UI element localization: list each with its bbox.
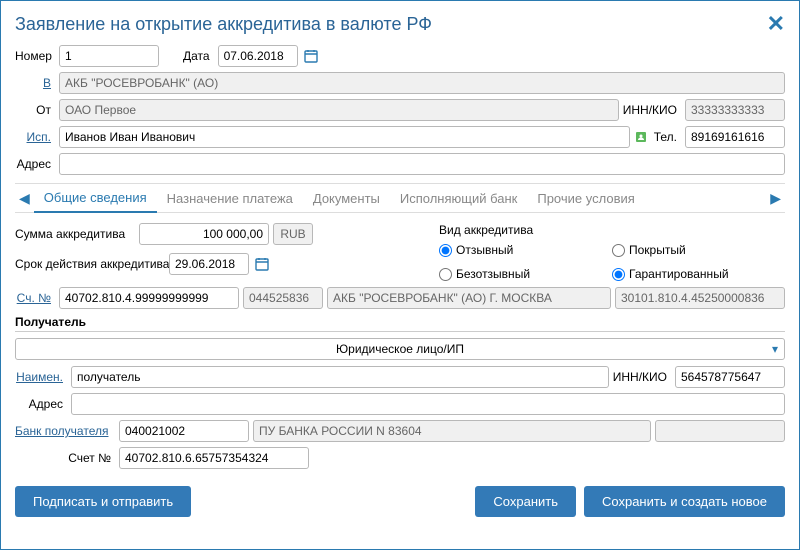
radio-pokrytiy[interactable]: Покрытый bbox=[612, 243, 785, 257]
recipient-type-value: Юридическое лицо/ИП bbox=[21, 342, 779, 356]
currency-input bbox=[273, 223, 313, 245]
tab-bar: ◀ Общие сведения Назначение платежа Доку… bbox=[15, 183, 785, 213]
date-label: Дата bbox=[183, 49, 214, 63]
tab-scroll-right-icon[interactable]: ▶ bbox=[766, 190, 785, 207]
recipient-inn-label: ИНН/КИО bbox=[613, 370, 671, 384]
sch-label[interactable]: Сч. № bbox=[15, 291, 55, 305]
recipient-bank-bik-input[interactable] bbox=[119, 420, 249, 442]
v-label[interactable]: В bbox=[15, 76, 55, 90]
sum-input[interactable] bbox=[139, 223, 269, 245]
recipient-account-input[interactable] bbox=[119, 447, 309, 469]
recipient-name-label[interactable]: Наимен. bbox=[15, 370, 67, 384]
isp-input[interactable] bbox=[59, 126, 630, 148]
radio-bezotzyvny[interactable]: Безотзывный bbox=[439, 267, 612, 281]
recipient-type-select[interactable]: Юридическое лицо/ИП ▾ bbox=[15, 338, 785, 360]
number-label: Номер bbox=[15, 49, 55, 63]
addr-input[interactable] bbox=[59, 153, 785, 175]
addr-label: Адрес bbox=[15, 157, 55, 171]
from-input bbox=[59, 99, 619, 121]
tab-other[interactable]: Прочие условия bbox=[527, 185, 644, 212]
close-icon[interactable]: ✕ bbox=[767, 11, 785, 37]
sign-send-button[interactable]: Подписать и отправить bbox=[15, 486, 191, 517]
radio-garantirovanny[interactable]: Гарантированный bbox=[612, 267, 785, 281]
window-title: Заявление на открытие аккредитива в валю… bbox=[15, 14, 432, 35]
corr-input bbox=[615, 287, 785, 309]
recipient-bank-extra-input bbox=[655, 420, 785, 442]
date-input[interactable] bbox=[218, 45, 298, 67]
tab-documents[interactable]: Документы bbox=[303, 185, 390, 212]
isp-label[interactable]: Исп. bbox=[15, 130, 55, 144]
term-input[interactable] bbox=[169, 253, 249, 275]
number-input[interactable] bbox=[59, 45, 159, 67]
kind-label: Вид аккредитива bbox=[439, 223, 785, 237]
save-create-new-button[interactable]: Сохранить и создать новое bbox=[584, 486, 785, 517]
tab-purpose[interactable]: Назначение платежа bbox=[157, 185, 303, 212]
tel-label: Тел. bbox=[654, 130, 681, 144]
recipient-bank-label[interactable]: Банк получателя bbox=[15, 424, 115, 438]
term-label: Срок действия аккредитива bbox=[15, 257, 165, 271]
bank-name-input bbox=[327, 287, 611, 309]
recipient-addr-label: Адрес bbox=[15, 397, 67, 411]
radio-otzyvny[interactable]: Отзывный bbox=[439, 243, 612, 257]
tab-executing-bank[interactable]: Исполняющий банк bbox=[390, 185, 527, 212]
recipient-header: Получатель bbox=[15, 315, 785, 332]
bik-input bbox=[243, 287, 323, 309]
recipient-addr-input[interactable] bbox=[71, 393, 785, 415]
recipient-inn-input[interactable] bbox=[675, 366, 785, 388]
tel-input[interactable] bbox=[685, 126, 785, 148]
save-button[interactable]: Сохранить bbox=[475, 486, 576, 517]
v-input bbox=[59, 72, 785, 94]
tab-general[interactable]: Общие сведения bbox=[34, 184, 157, 213]
sch-input[interactable] bbox=[59, 287, 239, 309]
chevron-down-icon: ▾ bbox=[772, 342, 778, 356]
recipient-bank-name-input bbox=[253, 420, 651, 442]
inn-label: ИНН/КИО bbox=[623, 103, 681, 117]
tab-scroll-left-icon[interactable]: ◀ bbox=[15, 190, 34, 207]
inn-input bbox=[685, 99, 785, 121]
contact-icon[interactable] bbox=[634, 129, 650, 145]
sum-label: Сумма аккредитива bbox=[15, 227, 135, 241]
recipient-name-input[interactable] bbox=[71, 366, 609, 388]
calendar-icon[interactable] bbox=[253, 255, 271, 273]
calendar-icon[interactable] bbox=[302, 47, 320, 65]
recipient-account-label: Счет № bbox=[15, 451, 115, 465]
from-label: От bbox=[15, 103, 55, 117]
